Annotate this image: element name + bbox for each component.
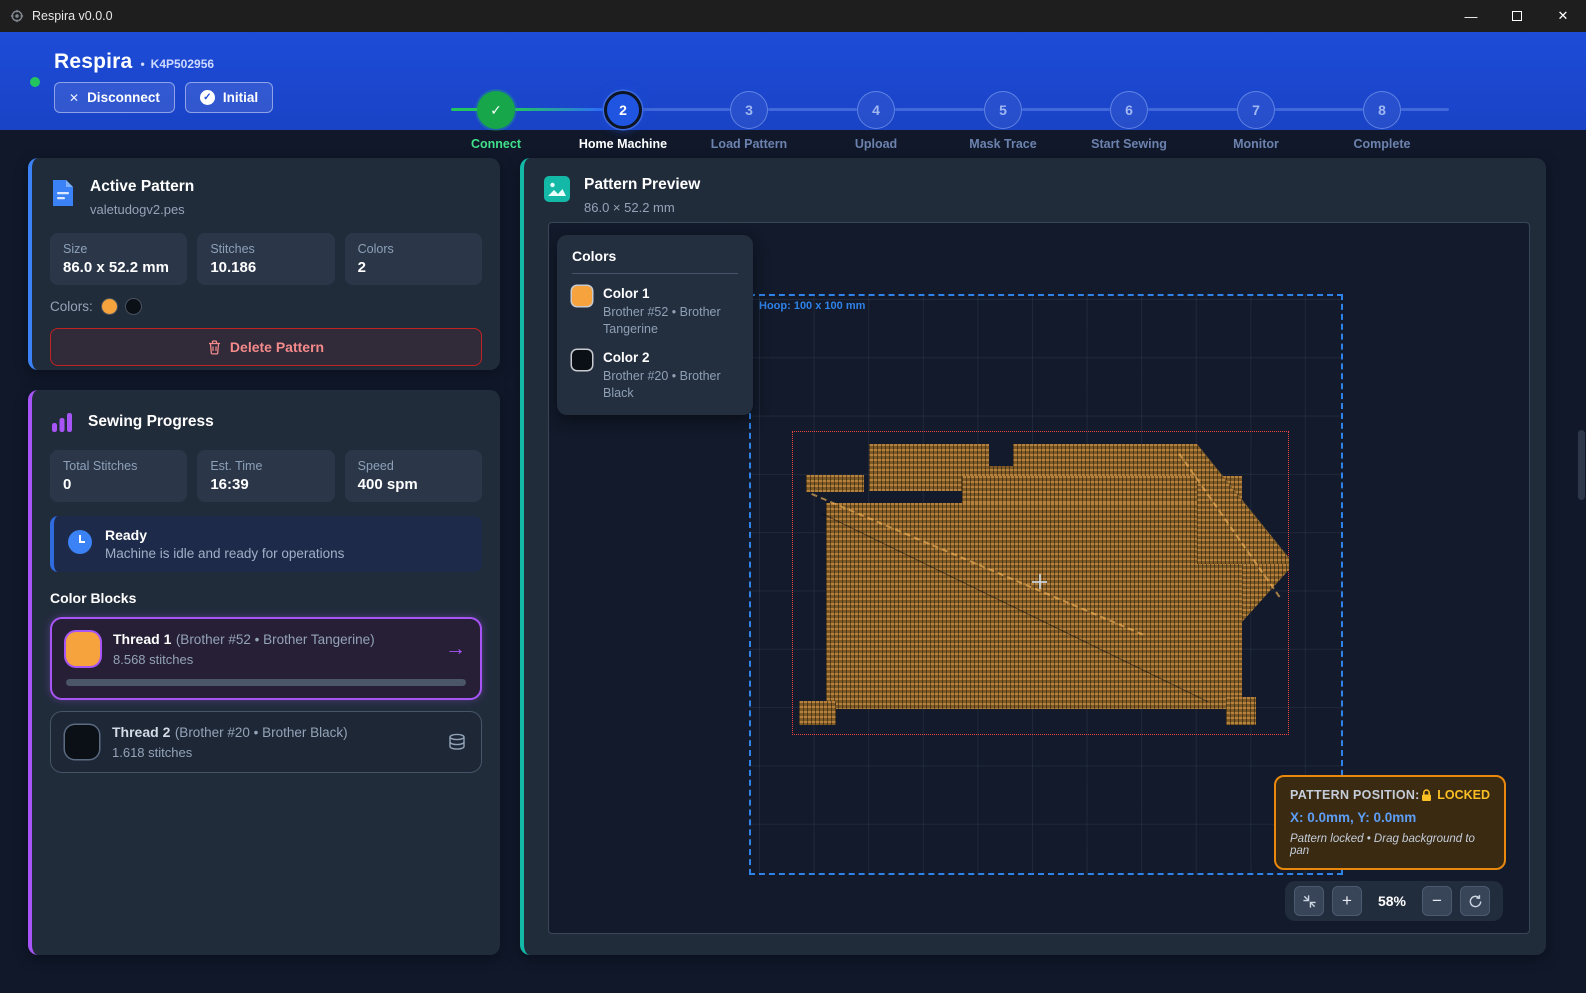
color-swatch-tangerine [102, 299, 117, 314]
plus-icon: + [1342, 891, 1352, 911]
fit-view-icon [1302, 894, 1317, 909]
close-x-icon: ✕ [69, 91, 79, 105]
minimize-button[interactable]: — [1448, 0, 1494, 32]
colors-label: Colors: [50, 299, 93, 314]
workflow-stepper: ✓ Connect 2 Home Machine 3 Load Pattern … [433, 91, 1446, 153]
hoop-size-label: Hoop: 100 x 100 mm [759, 300, 865, 312]
colors-legend: Colors Color 1 Brother #52 • Brother Tan… [557, 235, 753, 415]
stepper-track-segment [1148, 108, 1237, 111]
pattern-notch [989, 444, 1013, 466]
stat-size: Size 86.0 x 52.2 mm [50, 233, 187, 285]
stitch-region [826, 503, 1242, 709]
step-check-icon[interactable]: ✓ [477, 91, 515, 129]
stitch-region [1242, 564, 1289, 622]
pattern-filename: valetudogv2.pes [90, 202, 194, 217]
thread-block-2[interactable]: Thread 2 (Brother #20 • Brother Black) 1… [50, 711, 482, 773]
card-title: Sewing Progress [88, 413, 214, 431]
stepper-track-segment [1401, 108, 1449, 111]
thread-progress-bar [66, 679, 466, 686]
connection-status-dot [30, 77, 40, 87]
pattern-position-overlay: PATTERN POSITION: LOCKED X: 0.0mm, Y: 0.… [1274, 775, 1506, 870]
maximize-icon [1512, 11, 1522, 21]
status-title: Ready [105, 527, 344, 543]
stepper-track-segment [451, 108, 478, 111]
zoom-in-button[interactable]: + [1332, 886, 1362, 916]
zoom-toolbar: + 58% − [1285, 881, 1503, 921]
reset-view-button[interactable] [1460, 886, 1490, 916]
app-icon [10, 9, 24, 23]
zoom-out-button[interactable]: − [1422, 886, 1452, 916]
minus-icon: − [1432, 891, 1442, 911]
machine-status-banner: Ready Machine is idle and ready for oper… [50, 516, 482, 572]
stepper-track-segment [768, 108, 857, 111]
thread-stitch-count: 1.618 stitches [112, 745, 348, 760]
legend-item-color-2: Color 2 Brother #20 • Brother Black [572, 350, 738, 402]
stepper-track-segment [1275, 108, 1363, 111]
document-icon [50, 178, 76, 208]
lock-icon [1421, 789, 1432, 802]
status-description: Machine is idle and ready for operations [105, 546, 344, 561]
stat-stitches: Stitches 10.186 [197, 233, 334, 285]
locked-badge: LOCKED [1421, 788, 1490, 802]
stepper-track-segment [895, 108, 984, 111]
image-icon [544, 176, 570, 202]
stat-speed: Speed 400 spm [345, 450, 482, 502]
title-bar: Respira v0.0.0 — ✕ [0, 0, 1586, 32]
stat-colors: Colors 2 [345, 233, 482, 285]
stepper-track-segment [642, 108, 730, 111]
zoom-level: 58% [1370, 893, 1414, 909]
fit-view-button[interactable] [1294, 886, 1324, 916]
pan-hint: Pattern locked • Drag background to pan [1290, 833, 1490, 857]
initial-button[interactable]: ✓ Initial [185, 82, 273, 113]
stat-est-time: Est. Time 16:39 [197, 450, 334, 502]
app-header: Respira •K4P502956 ✕ Disconnect ✓ Initia… [0, 32, 1586, 130]
thread-swatch [66, 632, 100, 666]
thread-stitch-count: 8.568 stitches [113, 652, 375, 667]
legend-swatch [572, 350, 592, 370]
legend-item-color-1: Color 1 Brother #52 • Brother Tangerine [572, 286, 738, 338]
legend-swatch [572, 286, 592, 306]
pattern-preview-card: Pattern Preview 86.0 × 52.2 mm Hoop: 100… [520, 158, 1546, 955]
card-title: Active Pattern [90, 178, 194, 196]
color-swatch-black [126, 299, 141, 314]
minimize-icon: — [1465, 9, 1478, 24]
machine-serial: •K4P502956 [140, 57, 214, 71]
stepper-track-segment [1022, 108, 1110, 111]
stitch-region [1226, 697, 1256, 725]
brand-title: Respira [54, 50, 132, 74]
window-scrollbar-thumb[interactable] [1578, 430, 1585, 500]
thread-block-1[interactable]: Thread 1 (Brother #52 • Brother Tangerin… [50, 617, 482, 700]
app-window: Respira v0.0.0 — ✕ Respira •K4P502956 ✕ … [0, 0, 1586, 993]
disconnect-button[interactable]: ✕ Disconnect [54, 82, 175, 113]
clock-icon [68, 530, 92, 554]
arrow-right-icon: → [445, 637, 466, 661]
color-blocks-heading: Color Blocks [50, 590, 482, 606]
refresh-icon [1468, 894, 1483, 909]
stat-total-stitches: Total Stitches 0 [50, 450, 187, 502]
preview-canvas[interactable]: Hoop: 100 x 100 mm [548, 222, 1530, 934]
delete-pattern-button[interactable]: Delete Pattern [50, 328, 482, 366]
hoop-center-crosshair [1032, 574, 1047, 589]
check-circle-icon: ✓ [200, 90, 215, 105]
sewing-progress-card: Sewing Progress Total Stitches 0 Est. Ti… [28, 390, 500, 955]
card-title: Pattern Preview [584, 176, 700, 194]
pattern-coordinates: X: 0.0mm, Y: 0.0mm [1290, 810, 1490, 825]
layers-stack-icon [447, 732, 467, 752]
window-title: Respira v0.0.0 [32, 9, 113, 23]
bar-chart-icon [50, 410, 74, 434]
close-button[interactable]: ✕ [1540, 0, 1586, 32]
thread-swatch [65, 725, 99, 759]
stepper-track-segment [515, 108, 604, 111]
stitch-region [799, 701, 836, 725]
stitch-region [806, 475, 864, 492]
maximize-button[interactable] [1494, 0, 1540, 32]
pattern-dimensions: 86.0 × 52.2 mm [584, 200, 700, 215]
active-pattern-card: Active Pattern valetudogv2.pes Size 86.0… [28, 158, 500, 370]
close-icon: ✕ [1558, 8, 1569, 24]
trash-icon [208, 340, 221, 355]
